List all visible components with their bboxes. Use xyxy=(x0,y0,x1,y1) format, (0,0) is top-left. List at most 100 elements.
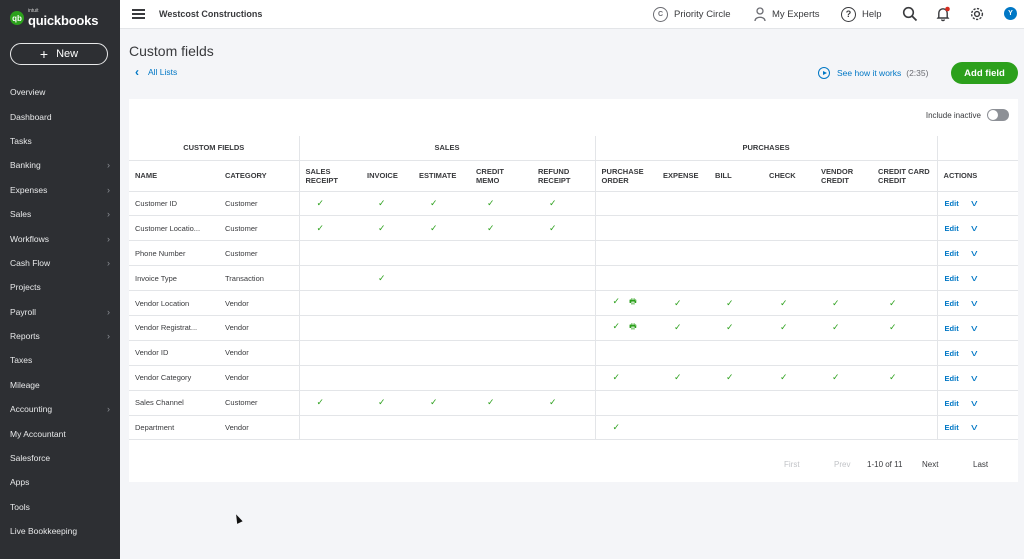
check-cell: ✓ 🖶 xyxy=(594,290,658,316)
sidebar-item-sales[interactable]: Sales › xyxy=(0,202,120,226)
company-name: Westcost Constructions xyxy=(159,9,263,19)
check-cell xyxy=(413,365,470,391)
hamburger-menu-icon[interactable] xyxy=(132,9,145,19)
checkmark-icon: ✓ xyxy=(674,322,682,333)
check-cell xyxy=(413,340,470,366)
sidebar-item-apps[interactable]: Apps xyxy=(0,470,120,494)
sidebar-item-label: Reports xyxy=(10,331,40,342)
check-cell: ✓ xyxy=(872,290,938,316)
priority-circle-link[interactable]: C Priority Circle xyxy=(653,6,730,22)
sidebar-item-banking[interactable]: Banking › xyxy=(0,153,120,177)
pagination-next[interactable]: Next xyxy=(922,460,938,469)
chevron-down-icon[interactable]: v xyxy=(971,273,977,283)
sidebar-item-live-bookkeeping[interactable]: Live Bookkeeping xyxy=(0,519,120,543)
sidebar-item-label: Taxes xyxy=(10,355,33,366)
edit-button[interactable]: Edit xyxy=(945,274,959,283)
quickbooks-logo[interactable]: qb intuit quickbooks xyxy=(0,0,120,30)
check-cell: ✓ xyxy=(709,365,764,391)
sidebar-item-overview[interactable]: Overview xyxy=(0,80,120,104)
actions-cell: Edit v xyxy=(936,215,1019,242)
settings-gear-icon[interactable] xyxy=(969,6,985,22)
chevron-down-icon[interactable]: v xyxy=(971,223,977,233)
check-cell xyxy=(594,240,658,267)
edit-button[interactable]: Edit xyxy=(945,199,959,208)
sidebar-item-reports[interactable]: Reports › xyxy=(0,324,120,348)
pagination-last[interactable]: Last xyxy=(973,460,988,469)
check-cell xyxy=(657,265,710,292)
check-cell: ✓ 🖶 xyxy=(594,315,658,341)
include-inactive-toggle[interactable] xyxy=(987,109,1009,121)
priority-circle-icon: C xyxy=(653,6,668,22)
user-avatar[interactable]: Y xyxy=(1004,7,1017,20)
actions-cell: Edit v xyxy=(936,265,1019,292)
checkmark-icon: ✓ xyxy=(889,297,897,308)
sidebar-item-workflows[interactable]: Workflows › xyxy=(0,226,120,250)
sidebar-item-payroll[interactable]: Payroll › xyxy=(0,300,120,324)
all-lists-link[interactable]: ‹ All Lists xyxy=(135,65,177,79)
check-cell xyxy=(298,415,361,441)
notification-bell-icon[interactable] xyxy=(935,6,951,22)
add-field-button[interactable]: Add field xyxy=(951,62,1018,84)
sidebar-item-tools[interactable]: Tools xyxy=(0,495,120,519)
check-cell xyxy=(872,240,938,267)
new-button[interactable]: + New xyxy=(10,43,108,65)
chevron-down-icon[interactable]: v xyxy=(971,248,977,258)
new-button-label: New xyxy=(56,48,79,60)
table-body: Customer ID Customer ✓ ✓ ✓ ✓ ✓ Edit v Customer Lo… xyxy=(129,191,1019,441)
check-cell xyxy=(470,315,532,341)
sidebar-item-expenses[interactable]: Expenses › xyxy=(0,178,120,202)
chevron-down-icon[interactable]: v xyxy=(971,398,977,408)
edit-button[interactable]: Edit xyxy=(945,299,959,308)
edit-button[interactable]: Edit xyxy=(945,324,959,333)
chevron-down-icon[interactable]: v xyxy=(971,323,977,333)
table-row: Vendor Registrat... Vendor ✓ 🖶 ✓ ✓ ✓ ✓ ✓ Edit v xyxy=(129,315,1019,341)
chevron-right-icon: › xyxy=(107,233,110,244)
edit-button[interactable]: Edit xyxy=(945,249,959,258)
check-cell xyxy=(532,365,596,391)
check-cell xyxy=(594,215,658,242)
field-category: Transaction xyxy=(219,265,299,292)
check-cell: ✓ xyxy=(298,215,361,242)
chevron-down-icon[interactable]: v xyxy=(971,298,977,308)
actions-cell: Edit v xyxy=(936,290,1019,316)
chevron-down-icon[interactable]: v xyxy=(971,373,977,383)
my-experts-link[interactable]: My Experts xyxy=(754,6,820,22)
check-cell xyxy=(470,365,532,391)
edit-button[interactable]: Edit xyxy=(945,399,959,408)
check-cell: ✓ xyxy=(298,191,361,217)
sidebar-item-my-accountant[interactable]: My Accountant xyxy=(0,421,120,445)
sidebar-item-tasks[interactable]: Tasks xyxy=(0,129,120,153)
chevron-down-icon[interactable]: v xyxy=(971,348,977,358)
sidebar-item-taxes[interactable]: Taxes xyxy=(0,348,120,372)
chevron-down-icon[interactable]: v xyxy=(971,198,977,208)
sidebar-item-dashboard[interactable]: Dashboard xyxy=(0,104,120,128)
field-category: Vendor xyxy=(219,340,299,366)
edit-button[interactable]: Edit xyxy=(945,374,959,383)
sidebar-item-accounting[interactable]: Accounting › xyxy=(0,397,120,421)
check-cell xyxy=(470,265,532,292)
sidebar-item-mileage[interactable]: Mileage xyxy=(0,373,120,397)
chevron-down-icon[interactable]: v xyxy=(971,422,977,432)
help-link[interactable]: ? Help xyxy=(841,6,882,22)
col-sales-receipt: SALES RECEIPT xyxy=(298,160,361,192)
col-category: CATEGORY xyxy=(219,160,299,192)
sidebar-item-projects[interactable]: Projects xyxy=(0,275,120,299)
checkmark-icon: ✓ xyxy=(487,397,495,408)
checkmark-icon: ✓ xyxy=(487,222,495,233)
edit-button[interactable]: Edit xyxy=(945,349,959,358)
see-how-it-works-link[interactable]: See how it works (2:35) xyxy=(818,67,928,79)
edit-button[interactable]: Edit xyxy=(945,224,959,233)
sidebar-item-cash-flow[interactable]: Cash Flow › xyxy=(0,251,120,275)
search-icon[interactable] xyxy=(902,6,918,22)
sidebar-item-salesforce[interactable]: Salesforce xyxy=(0,446,120,470)
col-refund-receipt: REFUND RECEIPT xyxy=(532,160,596,192)
actions-cell: Edit v xyxy=(936,340,1019,366)
chevron-right-icon: › xyxy=(107,160,110,171)
col-credit-card-credit: CREDIT CARD CREDIT xyxy=(872,160,938,192)
edit-button[interactable]: Edit xyxy=(945,423,959,432)
check-cell: ✓ xyxy=(532,191,596,217)
check-cell xyxy=(872,340,938,366)
col-credit-memo: CREDIT MEMO xyxy=(470,160,532,192)
check-cell xyxy=(594,340,658,366)
check-cell: ✓ xyxy=(594,365,658,391)
